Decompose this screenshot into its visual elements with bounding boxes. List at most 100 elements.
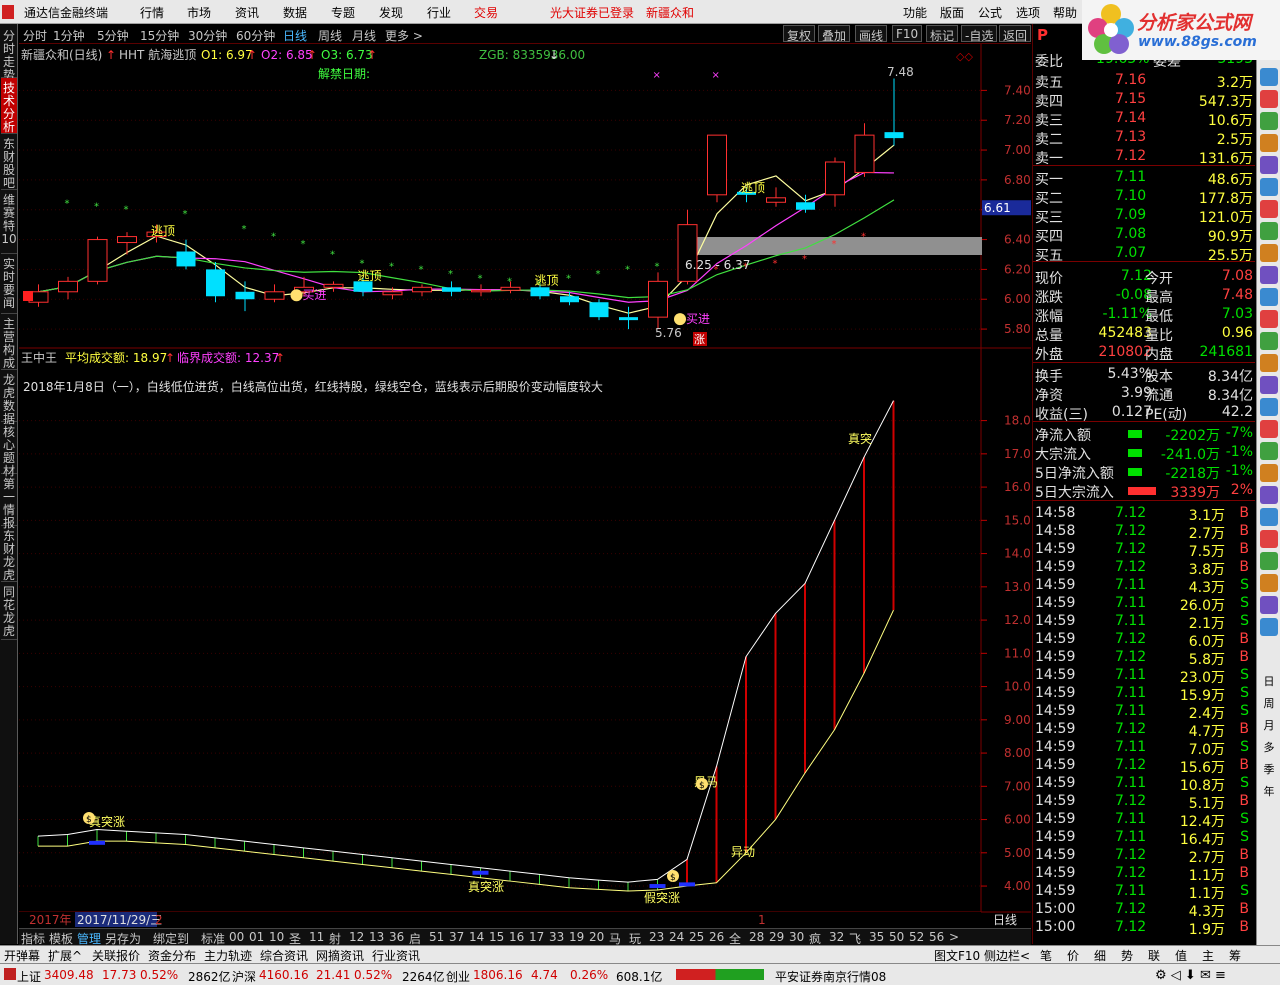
indicator-tab[interactable]: 12 <box>349 930 364 944</box>
indicator-tab[interactable]: 36 <box>389 930 404 944</box>
period-shortcut[interactable]: 多 <box>1260 738 1278 758</box>
func-button[interactable]: 侧边栏< <box>984 947 1030 964</box>
func-button[interactable]: 资金分布 <box>148 947 196 964</box>
fuquan-button[interactable]: 复权 <box>783 25 816 43</box>
indicator-tab[interactable]: 19 <box>569 930 584 944</box>
sidebar-tab[interactable]: 第一情报 <box>1 474 17 530</box>
login-status[interactable]: 光大证券已登录 <box>550 4 634 21</box>
menu-formula[interactable]: 公式 <box>978 4 1002 21</box>
indicator-tab[interactable]: 29 <box>769 930 784 944</box>
indicator-tab[interactable]: 23 <box>649 930 664 944</box>
menu-item[interactable]: 行业 <box>427 4 451 21</box>
toolbar-icon[interactable] <box>1260 112 1278 130</box>
panel-tab[interactable]: 笔 <box>1040 947 1052 964</box>
panel-tab[interactable]: 主 <box>1202 947 1214 964</box>
indicator-tab[interactable]: 56 <box>929 930 944 944</box>
period-shortcut[interactable]: 季 <box>1260 760 1278 780</box>
indicator-tab[interactable]: 16 <box>509 930 524 944</box>
kline-chart[interactable]: 7.407.207.006.806.606.406.206.005.806.61… <box>19 44 1031 928</box>
period-shortcut[interactable]: 年 <box>1260 782 1278 802</box>
toolbar-icon[interactable] <box>1260 178 1278 196</box>
toolbar-icon[interactable] <box>1260 288 1278 306</box>
menu-help[interactable]: 帮助 <box>1053 4 1077 21</box>
toolbar-icon[interactable] <box>1260 68 1278 86</box>
panel-tab[interactable]: 势 <box>1121 947 1133 964</box>
app-icon[interactable] <box>2 5 14 19</box>
indicator-tab[interactable]: 35 <box>869 930 884 944</box>
toolbar-icon[interactable] <box>1260 266 1278 284</box>
panel-tab[interactable]: 筹 <box>1229 947 1241 964</box>
toolbar-icon[interactable] <box>1260 310 1278 328</box>
mark-button[interactable]: 标记 <box>926 25 959 43</box>
func-button[interactable]: 网摘资讯 <box>316 947 364 964</box>
toolbar-icon[interactable] <box>1260 442 1278 460</box>
sidebar-tab[interactable]: 东财股吧 <box>1 134 17 190</box>
sidebar-tab[interactable]: 维赛特10 <box>1 190 17 254</box>
indicator-tab[interactable]: 20 <box>589 930 604 944</box>
menu-item[interactable]: 市场 <box>187 4 211 21</box>
period-tab-selected[interactable]: 日线 <box>283 27 307 44</box>
f10-button[interactable]: F10 <box>892 25 923 42</box>
indicator-tab[interactable]: 25 <box>689 930 704 944</box>
func-button[interactable]: 行业资讯 <box>372 947 420 964</box>
panel-tab[interactable]: 值 <box>1175 947 1187 964</box>
indicator-tab[interactable]: 13 <box>369 930 384 944</box>
menu-item-trade[interactable]: 交易 <box>474 4 498 21</box>
period-more[interactable]: 更多 > <box>385 27 423 44</box>
menu-layout[interactable]: 版面 <box>940 4 964 21</box>
toolbar-icon[interactable] <box>1260 244 1278 262</box>
period-tab[interactable]: 周线 <box>318 27 342 44</box>
func-button[interactable]: 图文F10 <box>934 947 980 964</box>
func-button[interactable]: 开弹幕 <box>4 947 40 964</box>
diamond-icon[interactable]: ◇◇ <box>956 50 973 63</box>
sidebar-tab[interactable]: 龙虎数据 <box>1 370 17 426</box>
indicator-tab[interactable]: 30 <box>789 930 804 944</box>
period-tab[interactable]: 5分钟 <box>97 27 129 44</box>
sidebar-tab[interactable]: 同花龙虎 <box>1 582 17 640</box>
period-shortcut[interactable]: 日 <box>1260 672 1278 692</box>
indicator-tab[interactable]: 01 <box>249 930 264 944</box>
indicator-tab[interactable]: 17 <box>529 930 544 944</box>
sidebar-tab[interactable]: 核心题材 <box>1 422 17 478</box>
toolbar-icon[interactable] <box>1260 530 1278 548</box>
toolbar-icon[interactable] <box>1260 420 1278 438</box>
indicator-tab[interactable]: 28 <box>749 930 764 944</box>
toolbar-icon[interactable] <box>1260 508 1278 526</box>
indicator-tab[interactable]: 50 <box>889 930 904 944</box>
menu-func[interactable]: 功能 <box>903 4 927 21</box>
toolbar-icon[interactable] <box>1260 574 1278 592</box>
func-button[interactable]: 关联报价 <box>92 947 140 964</box>
panel-tab[interactable]: 联 <box>1148 947 1160 964</box>
sidebar-tab[interactable]: 主营构成 <box>1 314 17 370</box>
indicator-tab[interactable]: 14 <box>469 930 484 944</box>
func-button[interactable]: 主力轨迹 <box>204 947 252 964</box>
menu-item[interactable]: 专题 <box>331 4 355 21</box>
toolbar-icon[interactable] <box>1260 222 1278 240</box>
menu-item[interactable]: 数据 <box>283 4 307 21</box>
panel-tab[interactable]: 细 <box>1094 947 1106 964</box>
menu-item[interactable]: 资讯 <box>235 4 259 21</box>
overlay-button[interactable]: 叠加 <box>818 25 851 43</box>
indicator-tab[interactable]: 52 <box>909 930 924 944</box>
sidebar-tab[interactable]: 实时要闻 <box>1 254 17 314</box>
func-button[interactable]: 综合资讯 <box>260 947 308 964</box>
indicator-tab[interactable]: 15 <box>489 930 504 944</box>
menu-options[interactable]: 选项 <box>1016 4 1040 21</box>
toolbar-icon[interactable] <box>1260 398 1278 416</box>
toolbar-icon[interactable] <box>1260 134 1278 152</box>
indicator-tab[interactable]: 24 <box>669 930 684 944</box>
toolbar-icon[interactable] <box>1260 156 1278 174</box>
indicator-tab[interactable]: > <box>949 930 959 944</box>
self-select-button[interactable]: -自选 <box>961 25 998 43</box>
indicator-tab[interactable]: 37 <box>449 930 464 944</box>
sidebar-tab[interactable]: 分时走势 <box>1 26 17 82</box>
panel-tab[interactable]: 价 <box>1067 947 1079 964</box>
indicator-tab[interactable]: 00 <box>229 930 244 944</box>
period-tab[interactable]: 30分钟 <box>188 27 227 44</box>
period-shortcut[interactable]: 月 <box>1260 716 1278 736</box>
sidebar-tab[interactable]: 东财龙虎 <box>1 526 17 582</box>
indicator-tab[interactable]: 26 <box>709 930 724 944</box>
toolbar-icon[interactable] <box>1260 90 1278 108</box>
period-tab[interactable]: 月线 <box>352 27 376 44</box>
period-shortcut[interactable]: 周 <box>1260 694 1278 714</box>
